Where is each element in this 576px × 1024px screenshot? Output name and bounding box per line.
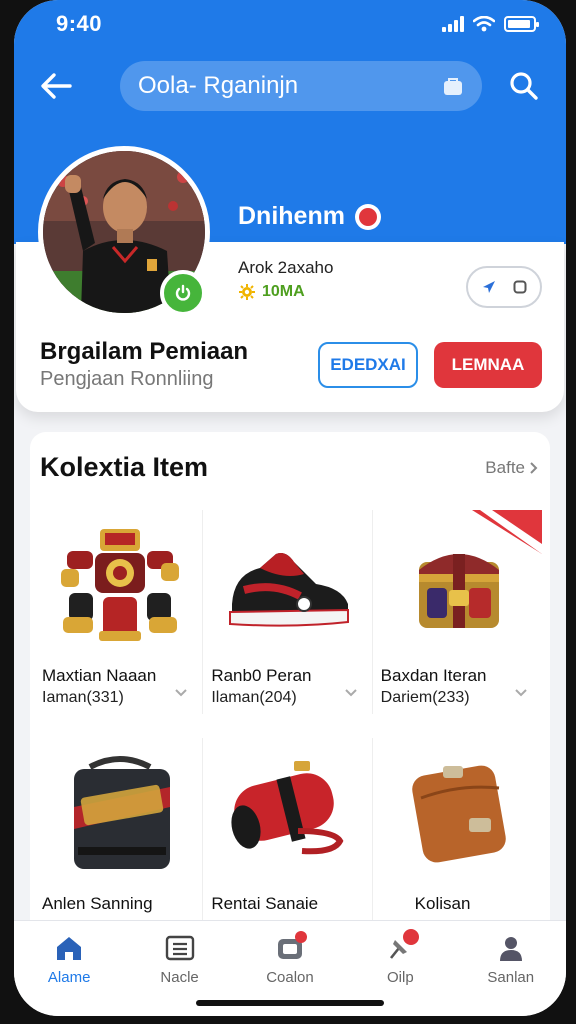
bag-icon <box>444 78 462 95</box>
search-field[interactable]: Oola- Rganinjn <box>120 61 482 111</box>
verified-icon <box>354 203 381 230</box>
profile-name-row: Dnihenm <box>238 202 381 231</box>
sports-bag-icon <box>46 742 194 882</box>
tab-label: Coalon <box>266 969 314 986</box>
edit-button[interactable]: EDEDXAI <box>318 342 418 388</box>
item-meta: Iaman(331) <box>42 689 124 706</box>
chevron-right-icon <box>530 462 538 474</box>
profile-name: Dnihenm <box>238 202 345 230</box>
item-name: Baxdan Iteran <box>380 666 487 685</box>
online-badge <box>160 270 206 316</box>
chevron-down-icon[interactable] <box>344 688 358 698</box>
profile-handle: Arok 2axaho <box>238 258 334 277</box>
treasure-chest-icon <box>385 514 534 654</box>
item-card[interactable]: Ranb0 Peran Ilaman(204) <box>207 510 373 714</box>
item-name: Maxtian Naaan <box>42 666 157 685</box>
status-bar: 9:40 <box>56 10 539 38</box>
collection-panel: Kolextia Item Bafte Maxtian Naaan Iaman(… <box>30 432 550 952</box>
pin-icon <box>383 929 420 963</box>
chevron-down-icon[interactable] <box>174 688 188 698</box>
search-icon <box>510 72 538 100</box>
item-card[interactable]: Kolisan <box>377 738 542 942</box>
back-arrow-icon <box>41 73 72 99</box>
person-icon <box>494 933 528 963</box>
home-indicator <box>196 1000 384 1006</box>
tab-home[interactable]: Alame <box>19 933 119 1016</box>
item-meta: Dariem(233) <box>380 689 470 706</box>
tab-profile[interactable]: Sanlan <box>461 933 561 1016</box>
search-button[interactable] <box>506 68 542 104</box>
see-all-label: Bafte <box>485 458 525 477</box>
search-text: Oola- Rganinjn <box>138 72 299 99</box>
item-card[interactable]: Anlen Sanning <box>38 738 204 942</box>
message-toggle[interactable] <box>466 266 542 308</box>
item-card[interactable]: Maxtian Naaan Iaman(331) <box>38 510 204 714</box>
battery-icon <box>504 16 539 32</box>
phone-screen: 9:40 Oola- Rganinjn Dnihenm Arok 2axaho … <box>14 0 566 1016</box>
section-subtitle: Pengjaan Ronnliing <box>40 368 214 390</box>
status-time: 9:40 <box>56 11 103 36</box>
tab-label: Oilp <box>387 969 414 986</box>
item-name: Rentai Sanaie <box>211 894 319 913</box>
square-icon <box>513 280 527 294</box>
collection-title: Kolextia Item <box>40 452 209 482</box>
gear-icon <box>239 284 255 300</box>
leather-pouch-icon <box>385 742 534 882</box>
item-meta: Ilaman(204) <box>211 689 297 706</box>
trophy-robot-icon <box>46 514 194 654</box>
signal-icon <box>442 16 464 32</box>
sneaker-icon <box>215 514 363 654</box>
top-bar: Oola- Rganinjn <box>36 60 544 112</box>
wifi-icon <box>473 16 495 32</box>
item-name: Kolisan <box>414 894 471 913</box>
primary-action-button[interactable]: LEMNAA <box>434 342 542 388</box>
send-icon <box>483 281 495 293</box>
chevron-down-icon[interactable] <box>514 688 528 698</box>
power-icon <box>175 284 191 301</box>
item-grid: Maxtian Naaan Iaman(331) Ranb0 Peran Ila… <box>38 510 542 942</box>
tab-label: Sanlan <box>487 969 535 986</box>
item-card[interactable]: Baxdan Iteran Dariem(233) <box>377 510 542 714</box>
home-icon <box>52 933 86 963</box>
section-title: Brgailam Pemiaan <box>40 338 249 365</box>
tab-label: Nacle <box>160 969 199 986</box>
back-button[interactable] <box>36 66 76 106</box>
see-all-link[interactable]: Bafte <box>485 458 538 478</box>
item-name: Anlen Sanning <box>42 894 153 913</box>
gift-icon <box>273 931 307 963</box>
status-icons <box>442 16 539 32</box>
level-value: 10MA <box>262 283 305 300</box>
tab-label: Alame <box>47 969 91 986</box>
duffel-bag-icon <box>215 742 363 882</box>
profile-level: 10MA <box>238 283 305 301</box>
list-icon <box>163 933 197 963</box>
item-card[interactable]: Rentai Sanaie <box>207 738 373 942</box>
item-name: Ranb0 Peran <box>211 666 312 685</box>
